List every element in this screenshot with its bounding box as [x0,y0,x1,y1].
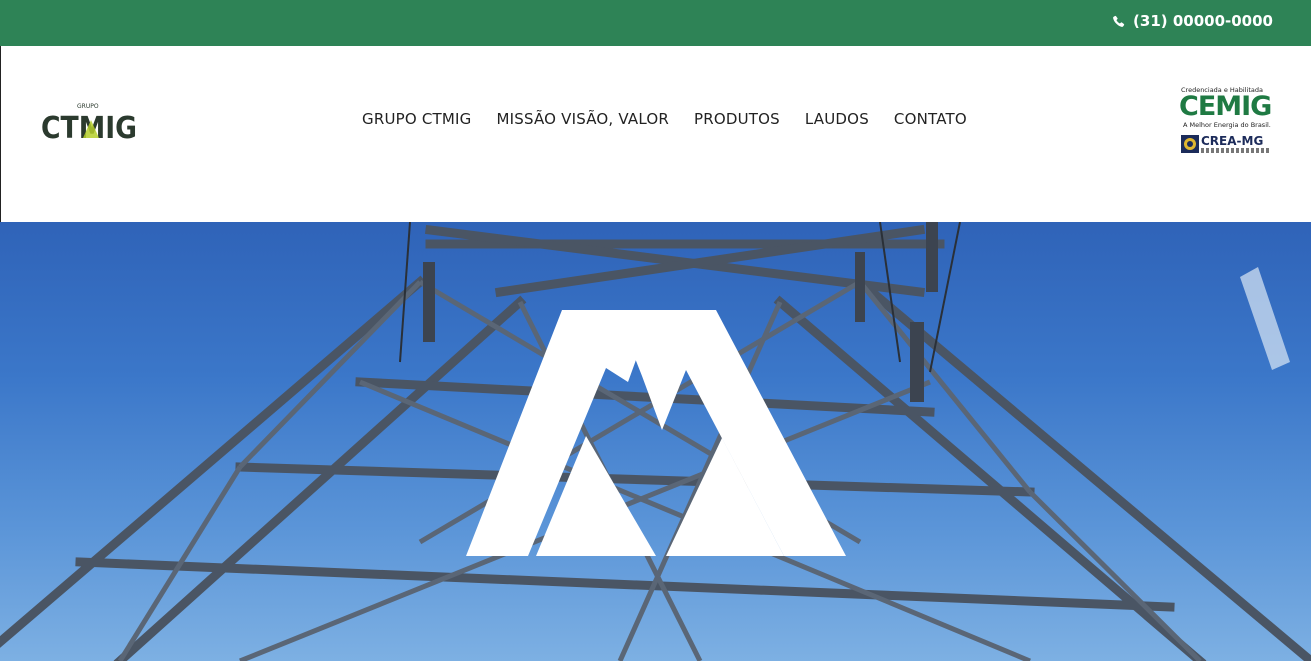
crea-seal-icon [1181,135,1199,153]
partner-credentials: Credenciada e Habilitada CEMIG A Melhor … [1177,84,1277,156]
phone-icon [1113,15,1125,27]
site-header: GRUPO CTMIG GRUPO CTMIG MISSÃO VISÃO, VA… [0,46,1311,222]
crea-fine-print [1201,148,1271,153]
nav-contato[interactable]: CONTATO [894,110,967,128]
ctmig-m-logo-mark [466,310,846,556]
nav-produtos[interactable]: PRODUTOS [694,110,780,128]
hero-banner [0,222,1311,661]
cemig-logo: CEMIG [1179,91,1272,122]
nav-missao-visao-valor[interactable]: MISSÃO VISÃO, VALOR [496,110,669,128]
cemig-tagline: A Melhor Energia do Brasil. [1183,121,1271,129]
ctmig-logo[interactable]: GRUPO CTMIG [41,100,141,146]
crea-logo: CREA-MG [1201,134,1264,148]
phone-number: (31) 00000-0000 [1133,12,1273,30]
ctmig-logo-graphic: GRUPO CTMIG [41,103,137,146]
main-nav: GRUPO CTMIG MISSÃO VISÃO, VALOR PRODUTOS… [362,110,967,128]
top-bar: (31) 00000-0000 [0,0,1311,46]
phone-link[interactable]: (31) 00000-0000 [1112,12,1273,30]
nav-laudos[interactable]: LAUDOS [805,110,869,128]
logo-small-text: GRUPO [77,103,99,110]
nav-grupo-ctmig[interactable]: GRUPO CTMIG [362,110,471,128]
